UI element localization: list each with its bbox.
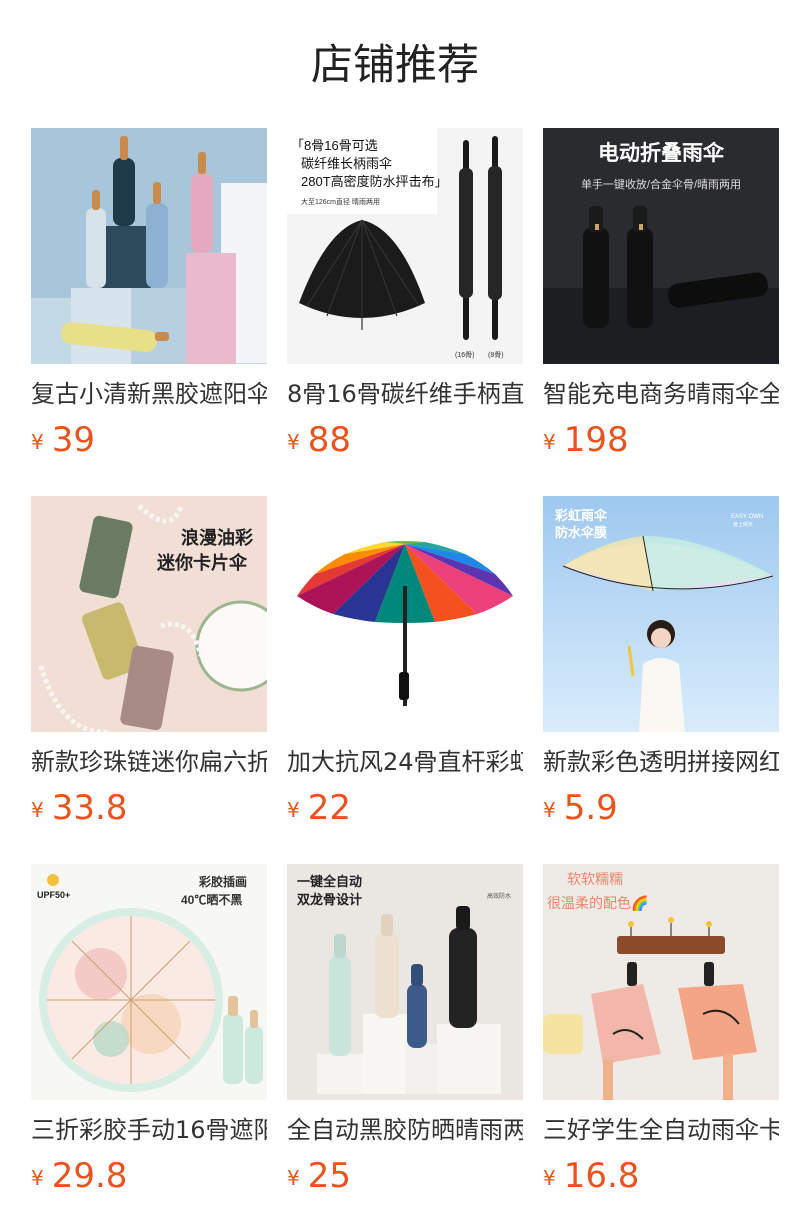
rainbow-transparent-umbrella-model-icon: 彩虹雨伞 防水伞膜 EASY OWN 遮上晴天 <box>543 496 779 732</box>
product-price: ¥33.8 <box>31 788 267 834</box>
product-image[interactable]: 电动折叠雨伞 单手一键收放/合金伞骨/晴雨两用 <box>543 128 779 364</box>
floral-16-rib-umbrella-icon: UPF50+ 彩胶插画 40℃晒不黑 <box>31 864 267 1100</box>
currency-symbol: ¥ <box>543 798 556 822</box>
folded-automatic-umbrellas-icon: 一键全自动 双龙骨设计 高效防水 <box>287 864 523 1100</box>
product-price: ¥25 <box>287 1156 523 1202</box>
product-price: ¥5.9 <box>543 788 779 834</box>
product-card[interactable]: 加大抗风24骨直杆彩虹伞 ¥22 <box>287 496 523 864</box>
banner-title: 电动折叠雨伞 <box>598 141 725 165</box>
price-value: 22 <box>307 788 351 828</box>
caption-16-rib: (16骨) <box>455 351 474 359</box>
upf-badge: UPF50+ <box>37 890 70 900</box>
product-price: ¥16.8 <box>543 1156 779 1202</box>
banner-line-1: 一键全自动 <box>297 874 362 889</box>
cartoon-umbrellas-on-hooks-icon: 软软糯糯 很温柔的配色🌈 <box>543 864 779 1100</box>
product-card[interactable]: 彩虹雨伞 防水伞膜 EASY OWN 遮上晴天 新款彩色透明拼接网红伞 ¥5.9 <box>543 496 779 864</box>
product-name[interactable]: 三折彩胶手动16骨遮阳伞 <box>31 1114 267 1146</box>
product-price: ¥39 <box>31 420 267 466</box>
product-name[interactable]: 新款珍珠链迷你扁六折伞 <box>31 746 267 778</box>
price-value: 5.9 <box>563 788 618 828</box>
currency-symbol: ¥ <box>543 1166 556 1190</box>
price-value: 198 <box>563 420 629 460</box>
banner-line-4: 大至126cm直径 晴雨两用 <box>301 197 380 206</box>
banner-line-1: 浪漫油彩 <box>181 527 253 548</box>
mini-card-umbrellas-pearl-chain-icon: 浪漫油彩 迷你卡片伞 <box>31 496 267 732</box>
currency-symbol: ¥ <box>287 798 300 822</box>
price-value: 16.8 <box>563 1156 640 1196</box>
banner-line-1: 彩胶插画 <box>198 874 247 889</box>
product-image[interactable]: 浪漫油彩 迷你卡片伞 <box>31 496 267 732</box>
brand-slogan: 遮上晴天 <box>733 521 753 528</box>
product-card[interactable]: 复古小清新黑胶遮阳伞 ¥39 <box>31 128 267 496</box>
page-title: 店铺推荐 <box>310 40 479 89</box>
currency-symbol: ¥ <box>31 430 44 454</box>
product-image[interactable] <box>31 128 267 364</box>
currency-symbol: ¥ <box>543 430 556 454</box>
product-card[interactable]: 软软糯糯 很温柔的配色🌈 三好学生全自动雨伞卡通 ¥1 <box>543 864 779 1232</box>
product-name[interactable]: 8骨16骨碳纤维手柄直杆伞 <box>287 378 523 410</box>
rainbow-umbrella-icon <box>287 496 523 732</box>
banner-line-2: 40℃晒不黑 <box>181 893 242 907</box>
banner-line-1: 「8骨16骨可选 <box>291 138 378 153</box>
product-card[interactable]: UPF50+ 彩胶插画 40℃晒不黑 三折彩胶手动16骨遮阳 ¥ 29.8 <box>31 864 267 1232</box>
product-image[interactable]: UPF50+ 彩胶插画 40℃晒不黑 <box>31 864 267 1100</box>
product-image[interactable] <box>287 496 523 732</box>
price-value: 29.8 <box>51 1156 128 1196</box>
price-value: 25 <box>307 1156 351 1196</box>
product-image[interactable]: 软软糯糯 很温柔的配色🌈 <box>543 864 779 1100</box>
product-price: ¥29.8 <box>31 1156 267 1202</box>
caption-8-rib: (8骨) <box>488 351 504 359</box>
banner-line-3: 280T高密度防水抨击布」 <box>301 174 448 189</box>
product-image[interactable]: 「8骨16骨可选 碳纤维长柄雨伞 280T高密度防水抨击布」 大至126cm直径… <box>287 128 523 364</box>
product-name[interactable]: 全自动黑胶防晒晴雨两用伞 <box>287 1114 523 1146</box>
product-image[interactable]: 彩虹雨伞 防水伞膜 EASY OWN 遮上晴天 <box>543 496 779 732</box>
currency-symbol: ¥ <box>287 430 300 454</box>
brand-logo-text: EASY OWN <box>731 514 763 520</box>
currency-symbol: ¥ <box>31 798 44 822</box>
price-value: 33.8 <box>51 788 128 828</box>
price-value: 88 <box>307 420 351 460</box>
product-image[interactable]: 一键全自动 双龙骨设计 高效防水 <box>287 864 523 1100</box>
currency-symbol: ¥ <box>287 1166 300 1190</box>
currency-symbol: ¥ <box>31 1166 44 1190</box>
product-name[interactable]: 三好学生全自动雨伞卡通 <box>543 1114 779 1146</box>
product-card[interactable]: 浪漫油彩 迷你卡片伞 新款珍珠链迷你扁六折伞 ¥33.8 <box>31 496 267 864</box>
product-name[interactable]: 新款彩色透明拼接网红伞 <box>543 746 779 778</box>
banner-line-2: 防水伞膜 <box>555 525 607 540</box>
black-umbrella-carbon-icon: 「8骨16骨可选 碳纤维长柄雨伞 280T高密度防水抨击布」 大至126cm直径… <box>287 128 523 364</box>
product-name[interactable]: 加大抗风24骨直杆彩虹伞 <box>287 746 523 778</box>
banner-subtitle: 单手一键收放/合金伞骨/晴雨两用 <box>581 177 741 191</box>
banner-line-1: 彩虹雨伞 <box>554 508 608 523</box>
product-card[interactable]: 一键全自动 双龙骨设计 高效防水 全自动黑胶防晒晴雨两用伞 ¥25 <box>287 864 523 1232</box>
badge-waterproof: 高效防水 <box>487 892 511 900</box>
product-price: ¥198 <box>543 420 779 466</box>
product-name[interactable]: 复古小清新黑胶遮阳伞 <box>31 378 267 410</box>
banner-line-2: 双龙骨设计 <box>297 892 362 907</box>
product-price: ¥88 <box>287 420 523 466</box>
product-card[interactable]: 电动折叠雨伞 单手一键收放/合金伞骨/晴雨两用 智能充电商务晴雨伞全自动 ¥19… <box>543 128 779 496</box>
product-card[interactable]: 「8骨16骨可选 碳纤维长柄雨伞 280T高密度防水抨击布」 大至126cm直径… <box>287 128 523 496</box>
product-name[interactable]: 智能充电商务晴雨伞全自动 <box>543 378 779 410</box>
product-price: ¥22 <box>287 788 523 834</box>
price-value: 39 <box>51 420 95 460</box>
banner-line-2: 很温柔的配色🌈 <box>547 894 648 912</box>
pastel-umbrellas-on-pedestals-icon <box>31 128 267 364</box>
banner-line-2: 迷你卡片伞 <box>156 552 248 573</box>
black-folding-umbrellas-icon: 电动折叠雨伞 单手一键收放/合金伞骨/晴雨两用 <box>543 128 779 364</box>
product-grid: 复古小清新黑胶遮阳伞 ¥39 「8骨16骨可选 碳纤维长柄雨伞 280T高密度防… <box>31 128 779 1232</box>
banner-line-1: 软软糯糯 <box>567 871 623 887</box>
banner-line-2: 碳纤维长柄雨伞 <box>301 156 392 171</box>
